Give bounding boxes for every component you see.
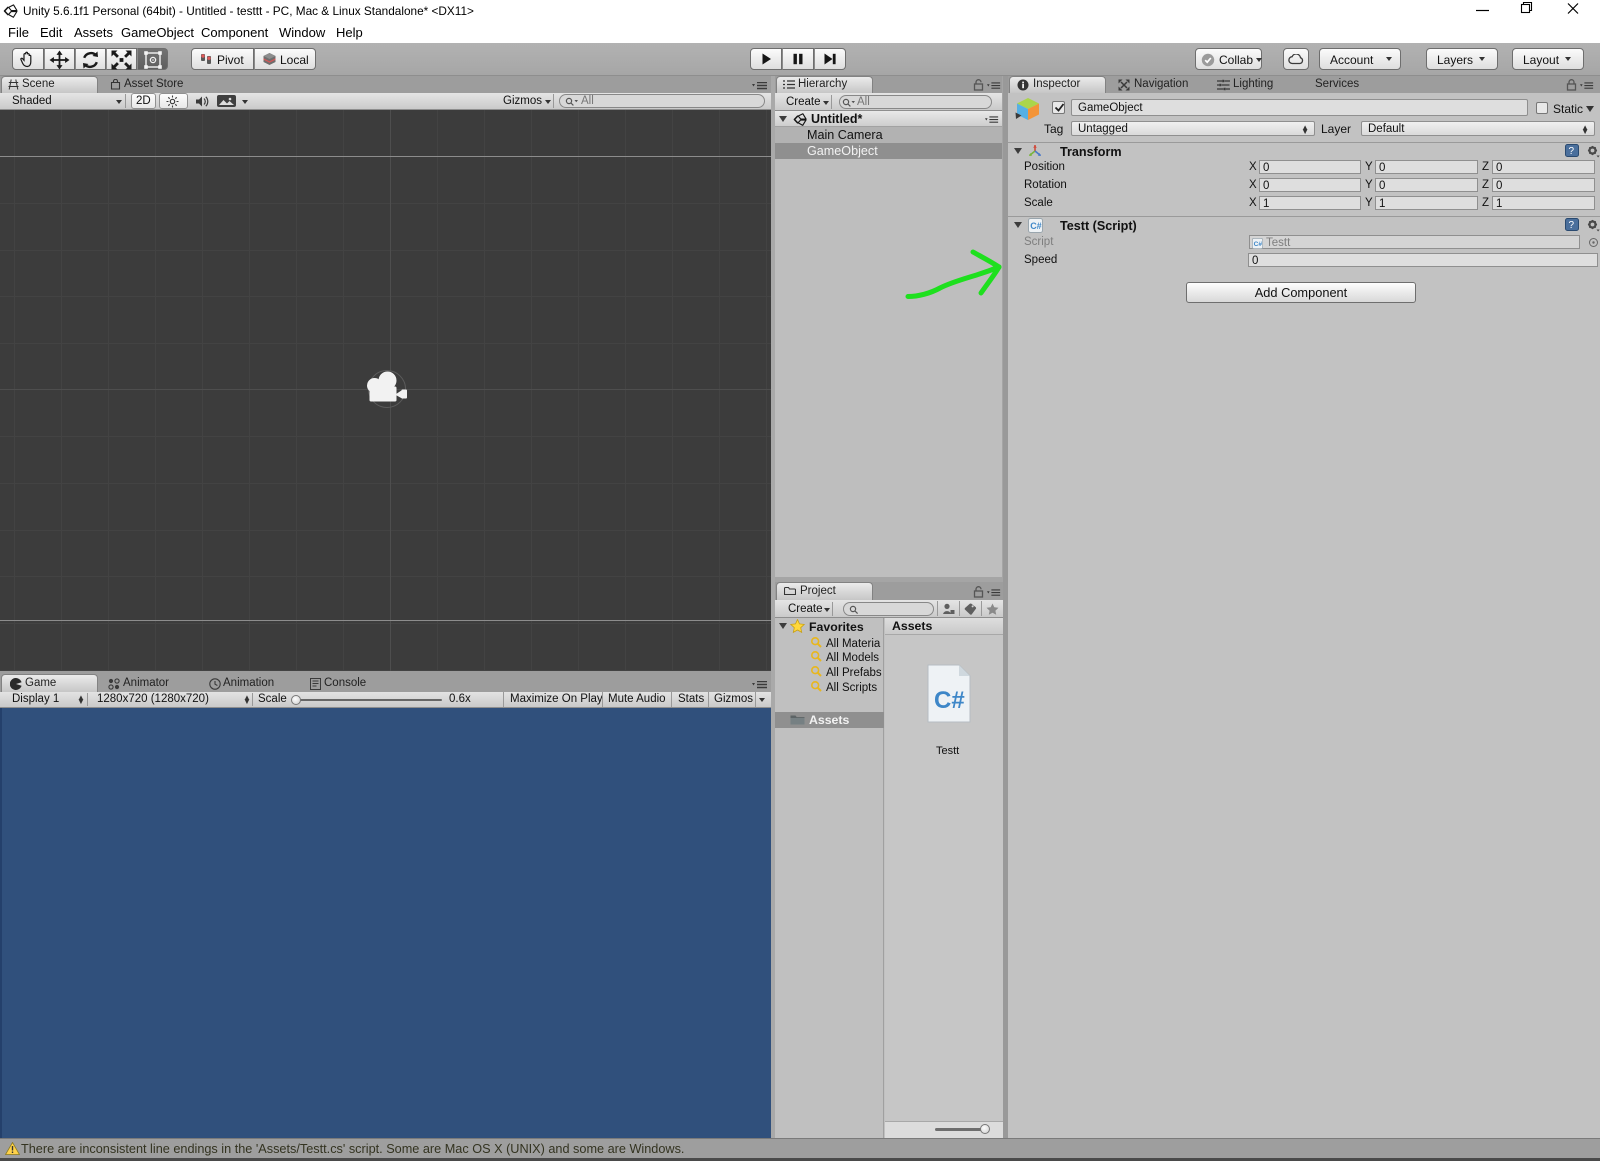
svg-text:C#: C#: [934, 687, 965, 714]
svg-text:?: ?: [1569, 146, 1575, 157]
svg-text:C#: C#: [1254, 241, 1263, 248]
svg-text:?: ?: [1569, 220, 1575, 231]
svg-text:C#: C#: [1030, 221, 1042, 231]
